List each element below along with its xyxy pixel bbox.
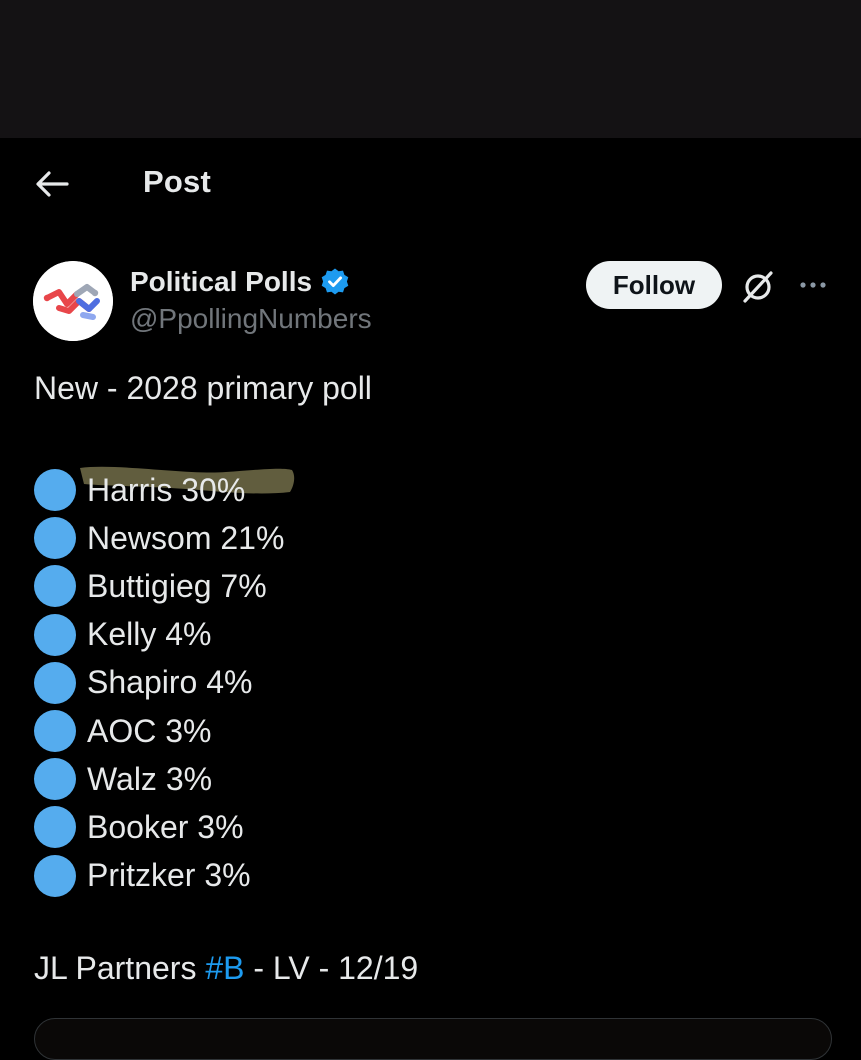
page-title: Post (143, 164, 211, 199)
back-button[interactable] (30, 166, 74, 202)
list-item: Harris 30% (34, 466, 534, 514)
author-name-row[interactable]: Political Polls (130, 264, 350, 300)
poll-results-list: Harris 30% Newsom 21% Buttigieg 7% Kelly… (34, 466, 534, 900)
poll-item-text: Newsom 21% (87, 519, 285, 556)
verified-badge-icon (320, 267, 350, 297)
blue-circle-icon (34, 661, 76, 704)
post-intro-text: New - 2028 primary poll (34, 370, 372, 406)
blue-circle-icon (34, 613, 76, 656)
blue-circle-icon (34, 469, 76, 512)
political-polls-logo-icon (33, 261, 113, 341)
blue-circle-icon (34, 758, 76, 801)
arrow-left-icon (36, 171, 69, 197)
poll-item-text: AOC 3% (87, 712, 212, 749)
list-item: Booker 3% (34, 803, 534, 851)
blue-circle-icon (34, 806, 76, 849)
poll-item-text: Walz 3% (87, 760, 213, 797)
blue-circle-icon (34, 854, 76, 897)
poll-item-text: Shapiro 4% (87, 664, 253, 701)
list-item: Shapiro 4% (34, 659, 534, 707)
list-item: Pritzker 3% (34, 852, 534, 900)
blue-circle-icon (34, 710, 76, 753)
list-item: Newsom 21% (34, 514, 534, 562)
author-display-name[interactable]: Political Polls (130, 266, 312, 298)
grok-icon[interactable] (738, 266, 778, 306)
more-horizontal-icon[interactable] (796, 268, 830, 302)
blue-circle-icon (34, 565, 76, 608)
poll-item-text: Harris 30% (87, 471, 246, 508)
top-bar: Post (0, 138, 861, 230)
list-item: Kelly 4% (34, 611, 534, 659)
list-item: Buttigieg 7% (34, 562, 534, 610)
poll-source-line: JL Partners #B - LV - 12/19 (34, 950, 418, 987)
poll-item-text: Pritzker 3% (87, 857, 251, 894)
author-handle[interactable]: @PpollingNumbers (130, 303, 372, 335)
list-item: Walz 3% (34, 755, 534, 803)
poll-item-text: Buttigieg 7% (87, 567, 267, 604)
poll-item-text: Kelly 4% (87, 616, 212, 653)
source-suffix-text: - LV - 12/19 (244, 950, 419, 986)
avatar[interactable] (33, 261, 113, 341)
follow-button[interactable]: Follow (586, 261, 722, 309)
status-bar (0, 0, 861, 138)
hashtag-link[interactable]: #B (205, 950, 244, 986)
list-item: AOC 3% (34, 707, 534, 755)
blue-circle-icon (34, 517, 76, 560)
source-prefix-text: JL Partners (34, 950, 206, 986)
media-card[interactable] (34, 1018, 832, 1060)
poll-item-text: Booker 3% (87, 808, 244, 845)
